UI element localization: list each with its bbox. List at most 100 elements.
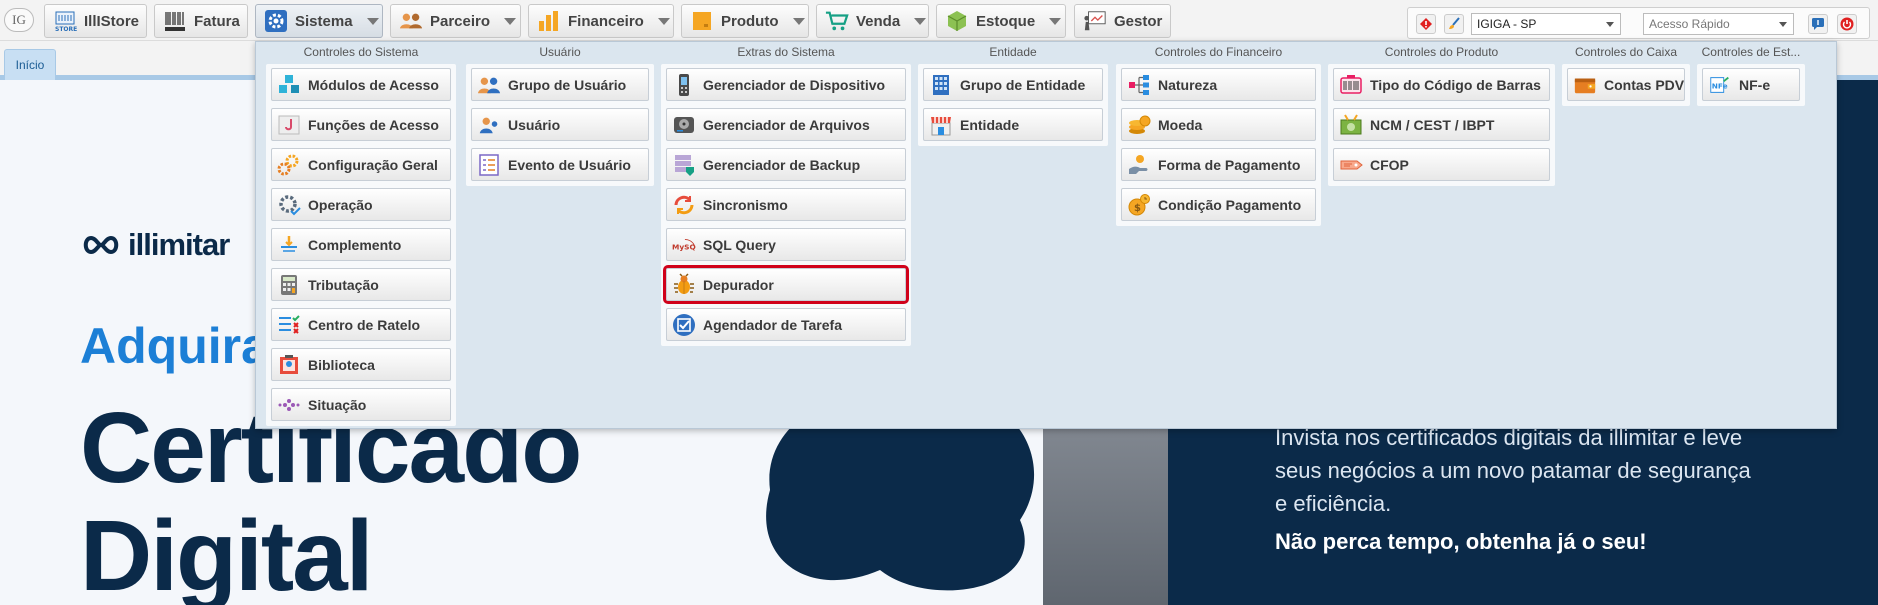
sales-menu-button[interactable]: Venda <box>816 4 929 38</box>
store-button[interactable]: STORE IllIStore <box>44 4 147 38</box>
app-logo[interactable]: IG <box>4 8 34 32</box>
menu-item-cost-center[interactable]: Centro de Ratelo <box>271 308 451 341</box>
menu-item-label: Forma de Pagamento <box>1158 156 1301 173</box>
menu-item-currency[interactable]: Moeda <box>1121 108 1316 141</box>
menu-item-label: Gerenciador de Backup <box>703 156 861 173</box>
tab-inicio[interactable]: Início <box>4 49 56 80</box>
partner-menu-button[interactable]: Parceiro <box>390 4 521 38</box>
menu-item-pos-accounts[interactable]: Contas PDV <box>1567 68 1685 101</box>
alert-button[interactable] <box>1416 14 1436 34</box>
menu-item-user[interactable]: Usuário <box>471 108 649 141</box>
menu-item-label: CFOP <box>1370 156 1409 173</box>
menu-item-taxation[interactable]: Tributação <box>271 268 451 301</box>
menu-item-label: SQL Query <box>703 236 776 253</box>
menu-item-label: Biblioteca <box>308 356 375 373</box>
complement-icon <box>277 233 301 257</box>
menu-item-nfe[interactable]: NFe NF-e <box>1702 68 1800 101</box>
menu-item-sync[interactable]: Sincronismo <box>666 188 906 221</box>
menu-item-entity[interactable]: Entidade <box>923 108 1103 141</box>
menu-item-cfop[interactable]: CFOP <box>1333 148 1550 181</box>
menu-item-label: Natureza <box>1158 76 1218 93</box>
group-user: Grupo de Usuário Usuário Evento de Usuár… <box>466 64 654 186</box>
product-menu-button[interactable]: Produto <box>681 4 809 38</box>
brush-button[interactable] <box>1444 14 1464 34</box>
menu-item-label: Evento de Usuário <box>508 156 631 173</box>
menu-item-label: Centro de Ratelo <box>308 316 421 333</box>
sales-menu-label: Venda <box>856 12 901 30</box>
chevron-down-icon <box>914 17 927 25</box>
barcode-boleto-icon <box>163 9 187 33</box>
manager-button-label: Gestor <box>1114 12 1163 30</box>
wallet-icon <box>1573 73 1597 97</box>
menu-item-label: Configuração Geral <box>308 156 438 173</box>
package-icon <box>945 9 969 33</box>
group-title-state-controls: Controles de Est... <box>1701 45 1801 59</box>
menu-item-label: Situação <box>308 396 367 413</box>
menu-item-payment-condition[interactable]: $ Condição Pagamento <box>1121 188 1316 221</box>
group-title-cashier-controls: Controles do Caixa <box>1574 45 1678 59</box>
menu-item-access-modules[interactable]: Módulos de Acesso <box>271 68 451 101</box>
menu-item-device-manager[interactable]: Gerenciador de Dispositivo <box>666 68 906 101</box>
menu-item-file-manager[interactable]: Gerenciador de Arquivos <box>666 108 906 141</box>
stock-menu-button[interactable]: Estoque <box>936 4 1066 38</box>
hierarchy-icon <box>1127 73 1151 97</box>
quick-access-select[interactable]: Acesso Rápido <box>1643 13 1794 35</box>
menu-item-label: Moeda <box>1158 116 1203 133</box>
chat-button[interactable] <box>1808 14 1828 34</box>
company-select[interactable]: IGIGA - SP <box>1471 13 1621 35</box>
stock-menu-label: Estoque <box>976 12 1036 30</box>
group-title-system-extras: Extras do Sistema <box>737 45 835 59</box>
menu-item-label: Usuário <box>508 116 561 133</box>
menu-item-task-scheduler[interactable]: Agendador de Tarefa <box>666 308 906 341</box>
menu-item-backup-manager[interactable]: Gerenciador de Backup <box>666 148 906 181</box>
box-icon <box>690 9 714 33</box>
menu-item-ncm-cest-ibpt[interactable]: NCM / CEST / IBPT <box>1333 108 1550 141</box>
bar-chart-icon <box>537 9 561 33</box>
menu-item-barcode-type[interactable]: Tipo do Código de Barras <box>1333 68 1550 101</box>
chevron-down-icon <box>1606 22 1614 27</box>
headline-line2: Digital <box>80 500 374 605</box>
menu-item-label: Operação <box>308 196 373 213</box>
finance-menu-button[interactable]: Financeiro <box>528 4 674 38</box>
power-button[interactable] <box>1837 14 1857 34</box>
event-list-icon <box>477 153 501 177</box>
menu-item-debugger[interactable]: Depurador <box>663 265 909 304</box>
menu-item-status[interactable]: Situação <box>271 388 451 421</box>
manager-button[interactable]: Gestor <box>1074 4 1171 38</box>
invoice-button[interactable]: Fatura <box>154 4 248 38</box>
menu-item-sql-query[interactable]: MySQL SQL Query <box>666 228 906 261</box>
menu-item-label: Sincronismo <box>703 196 788 213</box>
chevron-down-icon <box>1779 22 1787 27</box>
task-check-icon <box>672 313 696 337</box>
menu-item-nature[interactable]: Natureza <box>1121 68 1316 101</box>
system-menu-label: Sistema <box>295 12 353 30</box>
menu-item-complement[interactable]: Complemento <box>271 228 451 261</box>
cart-icon <box>825 9 849 33</box>
menu-item-library[interactable]: Biblioteca <box>271 348 451 381</box>
menu-item-entity-group[interactable]: Grupo de Entidade <box>923 68 1103 101</box>
menu-item-label: Contas PDV <box>1604 76 1685 93</box>
menu-item-operation[interactable]: Operação <box>271 188 451 221</box>
body-line-3: e eficiência. <box>1275 491 1392 516</box>
menu-item-general-config[interactable]: Configuração Geral <box>271 148 451 181</box>
group-title-entity: Entidade <box>989 45 1037 59</box>
group-title-system-controls: Controles do Sistema <box>303 45 419 59</box>
group-title-finance-controls: Controles do Financeiro <box>1154 45 1283 59</box>
product-menu-label: Produto <box>721 12 779 30</box>
menu-item-label: Tributação <box>308 276 379 293</box>
banner-body: Invista nos certificados digitais da ill… <box>1275 421 1835 520</box>
main-toolbar: IG STORE IllIStore Fatura Sistema Parcei… <box>0 0 1878 41</box>
system-menu-button[interactable]: Sistema <box>255 4 383 38</box>
menu-item-label: Entidade <box>960 116 1020 133</box>
menu-item-access-functions[interactable]: Funções de Acesso <box>271 108 451 141</box>
menu-item-label: Funções de Acesso <box>308 116 439 133</box>
menu-item-payment-method[interactable]: Forma de Pagamento <box>1121 148 1316 181</box>
menu-item-user-event[interactable]: Evento de Usuário <box>471 148 649 181</box>
svg-text:STORE: STORE <box>55 26 77 33</box>
menu-item-label: Gerenciador de Arquivos <box>703 116 870 133</box>
body-line-2: seus negócios a um novo patamar de segur… <box>1275 458 1751 483</box>
svg-text:MySQL: MySQL <box>672 242 696 251</box>
menu-item-user-group[interactable]: Grupo de Usuário <box>471 68 649 101</box>
group-title-product-controls: Controles do Produto <box>1384 45 1499 59</box>
menu-item-label: Grupo de Entidade <box>960 76 1086 93</box>
